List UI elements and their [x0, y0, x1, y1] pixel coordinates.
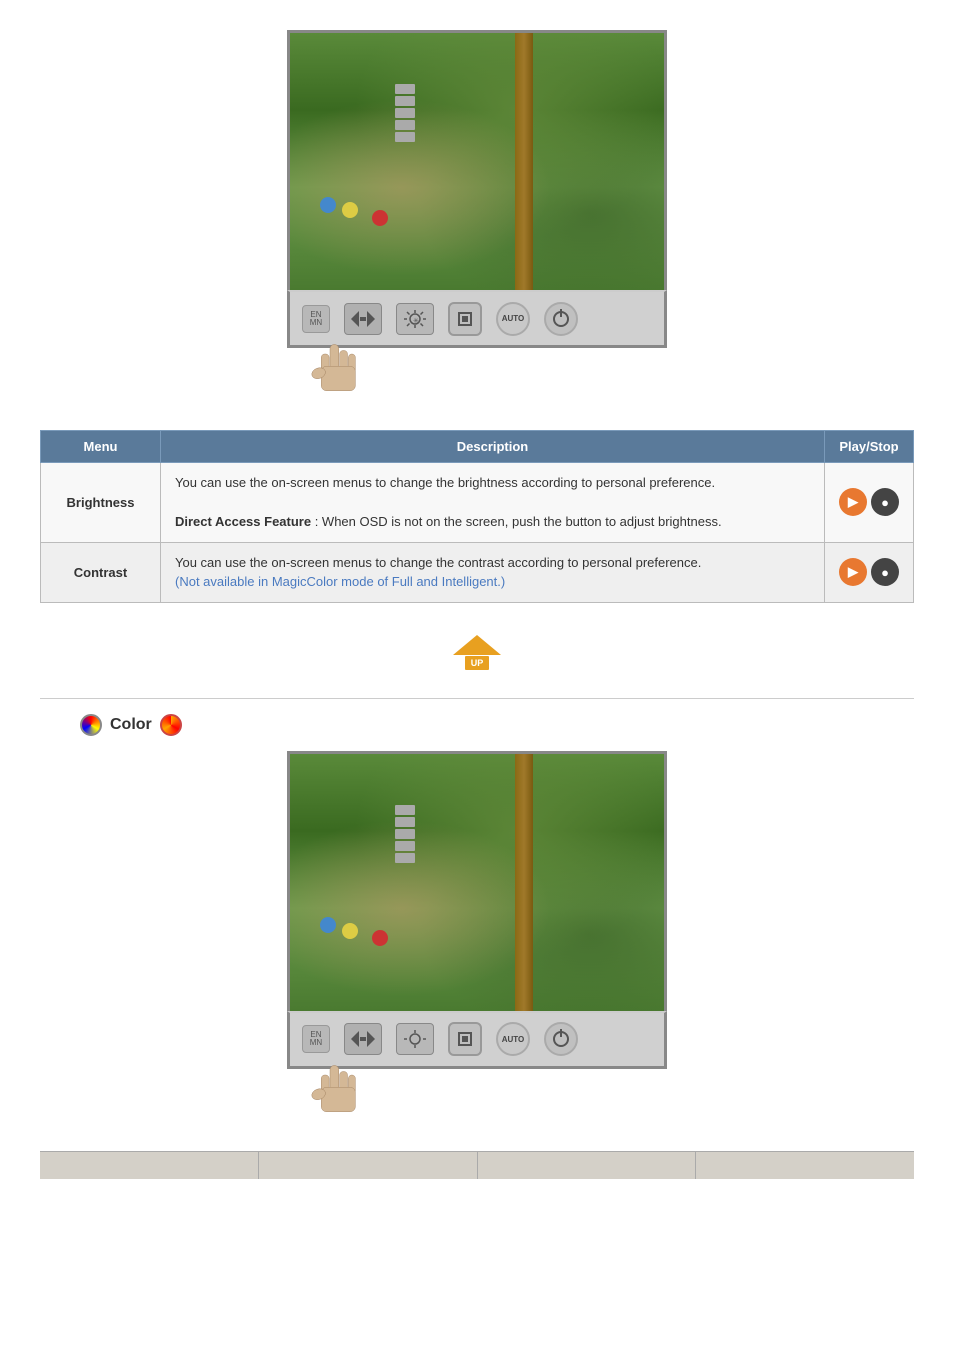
up-arrow-inner: UP [453, 635, 501, 670]
bottom-bar-seg-1 [40, 1152, 259, 1179]
bottom-bar-seg-2 [259, 1152, 478, 1179]
ball-yellow-2 [342, 923, 358, 939]
pagoda [395, 84, 415, 164]
table-header-playstop: Play/Stop [825, 431, 914, 463]
brightness-desc-line1: You can use the on-screen menus to chang… [175, 473, 810, 493]
up-arrow: UP [447, 623, 507, 683]
bottom-bar-seg-4 [696, 1152, 914, 1179]
pagoda-tier-3 [395, 108, 415, 118]
power-button-2[interactable] [544, 1022, 578, 1056]
ball-yellow [342, 202, 358, 218]
svg-text:✳: ✳ [413, 317, 419, 325]
contrast-note: (Not available in MagicColor mode of Ful… [175, 574, 505, 589]
brightness-button-1[interactable]: ✳ [396, 303, 434, 335]
hand-cursor-area-1 [287, 340, 667, 410]
brightness-desc-line2: Direct Access Feature : When OSD is not … [175, 512, 810, 532]
pagoda-tier-5 [395, 132, 415, 142]
contrast-description: You can use the on-screen menus to chang… [161, 542, 825, 602]
pagoda-tier-2-3 [395, 829, 415, 839]
pagoda-tier-4 [395, 120, 415, 130]
hand-cursor-2 [307, 1061, 367, 1131]
contrast-play-btns: ▶ ● [839, 558, 899, 586]
bottom-nav-bar [40, 1151, 914, 1179]
color-label: Color [110, 716, 152, 734]
brightness-play-cell: ▶ ● [825, 463, 914, 543]
monitor-screen-2 [287, 751, 667, 1011]
pagoda-tier-2-4 [395, 841, 415, 851]
pagoda-tier-2-2 [395, 817, 415, 827]
hand-cursor-1 [307, 340, 367, 410]
info-table: Menu Description Play/Stop Brightness Yo… [40, 430, 914, 603]
up-arrow-triangle [453, 635, 501, 655]
section-divider [40, 698, 914, 699]
contrast-play-cell: ▶ ● [825, 542, 914, 602]
table-row-brightness: Brightness You can use the on-screen men… [41, 463, 914, 543]
bottom-bar-seg-3 [478, 1152, 697, 1179]
page-wrapper: ENMN ✳ [0, 0, 954, 1351]
brightness-description: You can use the on-screen menus to chang… [161, 463, 825, 543]
monitor-container-1: ENMN ✳ [287, 30, 667, 410]
pagoda-2 [395, 805, 415, 885]
monitor-section-1: ENMN ✳ [40, 30, 914, 410]
brightness-desc-rest: : When OSD is not on the screen, push th… [311, 514, 721, 529]
square-button-2[interactable] [448, 1022, 482, 1056]
table-header-description: Description [161, 431, 825, 463]
pagoda-tier-2-5 [395, 853, 415, 863]
ball-blue [320, 197, 336, 213]
up-arrow-section: UP [40, 623, 914, 683]
brightness-stop-button[interactable]: ● [871, 488, 899, 516]
ball-red [372, 210, 388, 226]
screen-content-1 [290, 33, 664, 290]
ball-blue-2 [320, 917, 336, 933]
brightness-button-2[interactable] [396, 1023, 434, 1055]
contrast-label: Contrast [41, 542, 161, 602]
brightness-label: Brightness [41, 463, 161, 543]
square-button-1[interactable] [448, 302, 482, 336]
bottom-bar [40, 1151, 914, 1179]
contrast-stop-button[interactable]: ● [871, 558, 899, 586]
menu-button-2[interactable]: ENMN [302, 1025, 330, 1053]
auto-button-1[interactable]: AUTO [496, 302, 530, 336]
menu-button-1[interactable]: ENMN [302, 305, 330, 333]
hand-cursor-area-2 [287, 1061, 667, 1131]
power-icon-1 [553, 311, 569, 327]
power-icon-2 [553, 1031, 569, 1047]
table-row-contrast: Contrast You can use the on-screen menus… [41, 542, 914, 602]
screen-content-2 [290, 754, 664, 1011]
contrast-desc-line1: You can use the on-screen menus to chang… [175, 553, 810, 573]
contrast-play-button[interactable]: ▶ [839, 558, 867, 586]
monitor-container-2: ENMN AUTO [287, 751, 667, 1131]
nav-button-2[interactable] [344, 1023, 382, 1055]
pagoda-tier-1 [395, 84, 415, 94]
color-icon-right [160, 714, 182, 736]
nav-button-1[interactable] [344, 303, 382, 335]
pagoda-tier-2 [395, 96, 415, 106]
monitor-screen-1 [287, 30, 667, 290]
color-icon-left [80, 714, 102, 736]
up-arrow-label: UP [465, 656, 490, 670]
brightness-play-btns: ▶ ● [839, 488, 899, 516]
brightness-play-button[interactable]: ▶ [839, 488, 867, 516]
pagoda-tier-2-1 [395, 805, 415, 815]
color-section-title: Color [80, 714, 914, 736]
table-header-menu: Menu [41, 431, 161, 463]
power-button-1[interactable] [544, 302, 578, 336]
tree-trunk-2 [515, 754, 533, 1011]
brightness-bold-text: Direct Access Feature [175, 514, 311, 529]
tree-trunk [515, 33, 533, 290]
monitor-section-2: ENMN AUTO [40, 751, 914, 1131]
ball-red-2 [372, 930, 388, 946]
auto-button-2[interactable]: AUTO [496, 1022, 530, 1056]
